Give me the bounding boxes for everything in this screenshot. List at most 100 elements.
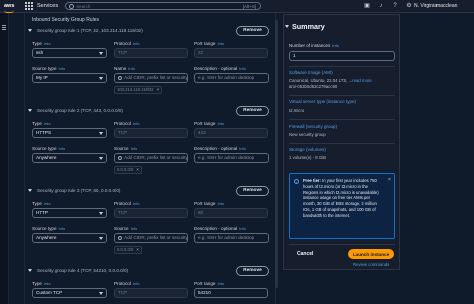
source-type-info-link[interactable]: Info [59,66,66,71]
source-info-link[interactable]: Info [128,66,135,71]
source-info-link[interactable]: Info [131,226,138,231]
protocol-label-text: Protocol [114,121,131,126]
source-type-select[interactable]: My IP [32,73,107,83]
free-tier-alert: i Free tier: In your first year includes… [289,173,395,239]
source-search-input[interactable]: Add CIDR, prefix list or security [114,153,188,163]
description-label: Description - optional Info [194,226,246,231]
protocol-field: TCP [114,48,188,58]
type-info-link[interactable]: Info [44,121,51,126]
type-info-link[interactable]: Info [44,41,51,46]
remove-rule-button[interactable]: Remove [236,266,269,276]
instances-info-link[interactable]: Info [332,43,339,48]
remove-rule-button[interactable]: Remove [236,186,269,196]
type-select[interactable]: HTTPS [32,128,107,138]
cloudshell-icon[interactable]: ▣ [364,3,370,9]
close-icon[interactable]: × [136,247,138,252]
security-group-rule: Security group rule 3 (TCP, 80, 0.0.0.0/… [28,186,270,254]
launch-instance-button[interactable]: Launch instance [348,249,394,259]
description-placeholder: e.g. SSH for admin desktop [198,75,255,80]
collapse-caret-icon[interactable] [28,109,32,112]
summary-title: Summary [292,22,325,31]
instances-label: Number of instances Info [289,43,339,48]
rule-title: Security group rule 4 (TCP, 54210, 0.0.0… [37,268,129,273]
description-label: Description - optional Info [194,146,246,151]
remove-rule-button[interactable]: Remove [236,106,269,116]
port-info-link[interactable]: Info [217,201,224,206]
ami-link[interactable]: Software Image (AMI) [289,70,333,75]
protocol-info-link[interactable]: Info [133,41,140,46]
type-select[interactable]: HTTP [32,208,107,218]
protocol-label: Protocol Info [114,41,140,46]
close-icon[interactable]: × [136,167,138,172]
divider [289,119,395,120]
cancel-button[interactable]: Cancel [297,251,313,257]
aws-logo-text: aws [4,2,15,9]
aws-logo[interactable]: aws [4,2,16,13]
type-select[interactable]: Custom TCP [32,288,107,298]
rule-title: Security group rule 1 (TCP, 22, 103.214.… [37,28,143,33]
protocol-field: TCP [114,288,188,298]
source-label-text: Source [114,146,129,151]
review-commands-link[interactable]: Review commands [353,262,389,267]
instances-count-input[interactable]: 1 [289,51,395,61]
source-info-link[interactable]: Info [131,146,138,151]
read-more-link[interactable]: read more [352,78,372,83]
source-type-label: Source type Info [32,146,65,151]
search-input[interactable] [76,3,217,9]
source-search-input[interactable]: Add CIDR, prefix list or security [114,233,188,243]
dropdown-caret-icon [99,157,103,160]
source-type-info-link[interactable]: Info [59,226,66,231]
port-label-text: Port range [194,281,216,286]
collapse-caret-icon[interactable] [285,25,289,28]
port-range-input[interactable]: 54210 [194,288,268,298]
divider [289,143,395,144]
close-icon[interactable]: × [388,177,391,183]
settings-gear-icon[interactable]: ⚙ [406,3,412,9]
firewall-link[interactable]: Firewall (security group) [289,124,337,129]
dropdown-caret-icon [99,52,103,55]
region-selector[interactable]: N. Virginia [414,3,437,9]
cidr-token: 0.0.0.0/0 × [114,166,142,174]
collapse-caret-icon[interactable] [28,29,32,32]
help-icon[interactable]: ? [392,3,398,9]
description-input[interactable]: e.g. SSH for admin desktop [194,153,269,163]
port-range-label: Port range Info [194,41,224,46]
account-menu[interactable]: macclean [436,3,457,9]
collapse-caret-icon[interactable] [28,189,32,192]
type-info-link[interactable]: Info [44,201,51,206]
services-menu[interactable]: Services [37,3,58,9]
source-type-select[interactable]: Anywhere [32,153,107,163]
info-icon: i [294,179,299,185]
remove-rule-button[interactable]: Remove [236,26,269,36]
protocol-info-link[interactable]: Info [133,121,140,126]
close-icon[interactable]: × [157,87,159,92]
notifications-bell-icon[interactable]: ♪ [378,3,384,9]
search-box[interactable]: [Alt+S] [65,2,262,10]
collapse-caret-icon[interactable] [28,269,32,272]
panel-scrollbar[interactable] [275,20,278,288]
security-group-rule: Security group rule 2 (TCP, 443, 0.0.0.0… [28,106,270,174]
source-type-select[interactable]: Anywhere [32,233,107,243]
menu-hamburger-icon[interactable] [2,25,6,31]
port-info-link[interactable]: Info [217,41,224,46]
type-value: ssh [36,50,44,55]
instance-type-link[interactable]: Virtual server type (instance type) [289,99,356,104]
description-input[interactable]: e.g. SSH for admin desktop [194,233,269,243]
port-info-link[interactable]: Info [217,281,224,286]
port-info-link[interactable]: Info [217,121,224,126]
description-info-link[interactable]: Info [239,226,246,231]
description-input[interactable]: e.g. SSH for admin desktop [194,73,269,83]
description-info-link[interactable]: Info [239,66,246,71]
services-grid-icon[interactable] [25,2,33,10]
description-info-link[interactable]: Info [239,146,246,151]
port-range-field: 22 [194,48,268,58]
storage-link[interactable]: Storage (volumes) [289,147,326,152]
protocol-info-link[interactable]: Info [133,201,140,206]
type-select[interactable]: ssh [32,48,107,58]
type-info-link[interactable]: Info [44,281,51,286]
left-nav-rail [0,13,9,304]
source-type-value: My IP [36,75,48,80]
protocol-info-link[interactable]: Info [133,281,140,286]
source-type-info-link[interactable]: Info [59,146,66,151]
source-search-input[interactable]: Add CIDR, prefix list or security [114,73,188,83]
